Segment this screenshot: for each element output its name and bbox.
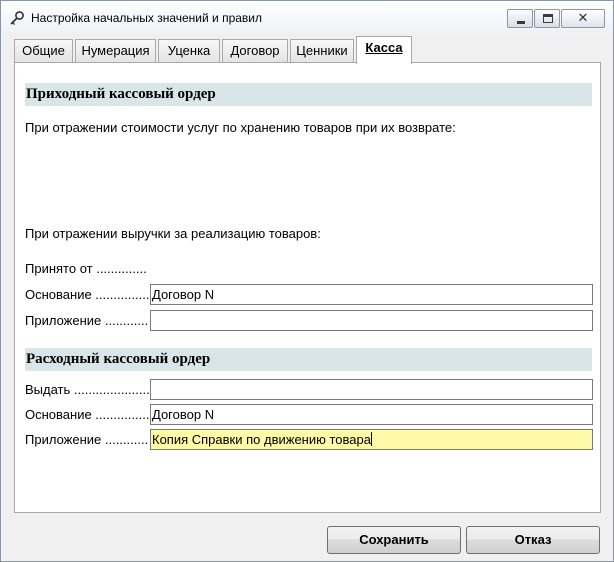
save-button[interactable]: Сохранить: [327, 526, 461, 554]
outgoing-attachment-field[interactable]: Копия Справки по движению товара: [150, 429, 593, 450]
issue-field[interactable]: [150, 379, 593, 400]
window-controls: ✕: [506, 9, 605, 28]
title-bar: Настройка начальных значений и правил ✕: [1, 1, 613, 34]
incoming-basis-label: Основание ...............: [25, 287, 150, 302]
incoming-attachment-field[interactable]: [150, 310, 593, 331]
maximize-button[interactable]: [534, 9, 560, 28]
window-title: Настройка начальных значений и правил: [31, 11, 263, 25]
outgoing-attachment-label: Приложение ............: [25, 432, 149, 447]
minimize-button[interactable]: [507, 9, 533, 28]
incoming-basis-field[interactable]: Договор N: [150, 284, 593, 305]
incoming-attachment-label: Приложение ............: [25, 313, 149, 328]
maximize-icon: [543, 14, 553, 23]
minimize-icon: [517, 21, 525, 24]
close-icon: ✕: [577, 11, 589, 26]
outgoing-basis-field[interactable]: Договор N: [150, 404, 593, 425]
tab-contract[interactable]: Договор: [222, 39, 288, 63]
tab-markdown[interactable]: Уценка: [158, 39, 220, 63]
settings-window: Настройка начальных значений и правил ✕ …: [0, 0, 614, 562]
text-caret: [370, 432, 372, 446]
outgoing-order-header: Расходный кассовый ордер: [25, 348, 592, 371]
outgoing-basis-label: Основание ...............: [25, 407, 150, 422]
sales-revenue-text: При отражении выручки за реализацию това…: [25, 226, 321, 241]
tab-cash[interactable]: Касса: [356, 36, 412, 64]
tab-panel-cash: Приходный кассовый ордер При отражении с…: [14, 62, 601, 513]
storage-services-text: При отражении стоимости услуг по хранени…: [25, 120, 456, 135]
tab-general[interactable]: Общие: [14, 39, 73, 63]
key-icon: [10, 11, 24, 26]
cancel-button[interactable]: Отказ: [466, 526, 600, 554]
tab-numbering[interactable]: Нумерация: [75, 39, 156, 63]
outgoing-attachment-value: Копия Справки по движению товара: [152, 432, 371, 447]
close-button[interactable]: ✕: [561, 9, 605, 28]
received-from-label: Принято от ..............: [25, 261, 147, 276]
issue-label: Выдать ......................: [25, 382, 154, 397]
tab-price-tags[interactable]: Ценники: [290, 39, 354, 63]
incoming-order-header: Приходный кассовый ордер: [25, 83, 592, 106]
